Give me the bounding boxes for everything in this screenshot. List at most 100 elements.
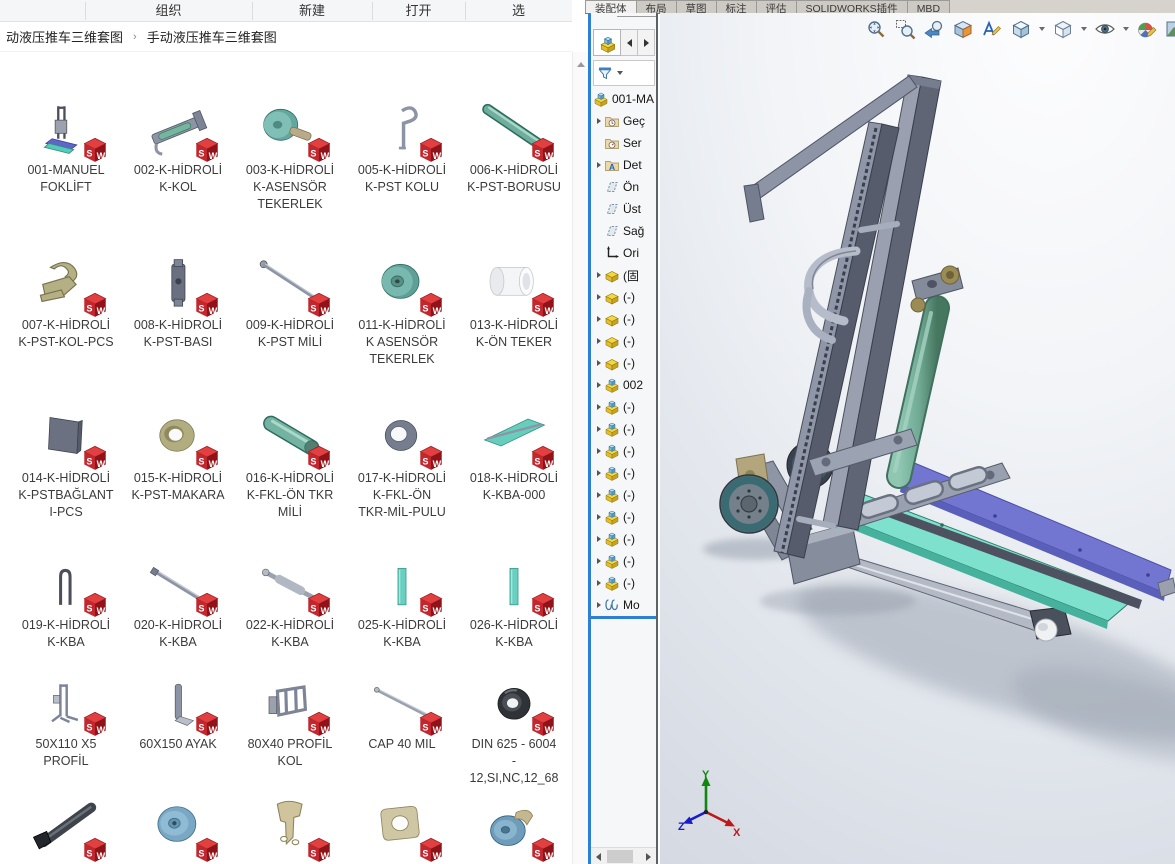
tree-node[interactable]: (-) <box>591 396 658 418</box>
file-item[interactable]: SW005-K-HİDROLİK-PST KOLU <box>346 90 458 213</box>
file-item[interactable]: SW026-K-HİDROLİK-KBA <box>458 553 570 651</box>
tree-node[interactable]: Üst <box>591 198 658 220</box>
ribbon-tab[interactable]: 评估 <box>756 0 797 13</box>
tree-node[interactable]: 001-MA <box>591 88 658 110</box>
scroll-left-icon[interactable] <box>596 853 601 861</box>
tree-node[interactable]: (-) <box>591 352 658 374</box>
file-item[interactable]: SW50X110 X5PROFİL <box>10 670 122 787</box>
file-item[interactable]: SW60X150 AYAK <box>122 670 234 787</box>
scroll-right-icon[interactable] <box>646 853 651 861</box>
expand-arrow-icon[interactable] <box>594 360 604 366</box>
file-item[interactable]: SW007-K-HİDROLİK-PST-KOL-PCS <box>10 245 122 368</box>
tree-tab-scroll-left-button[interactable] <box>621 29 638 56</box>
expand-arrow-icon[interactable] <box>594 492 604 498</box>
expand-arrow-icon[interactable] <box>594 382 604 388</box>
expand-arrow-icon[interactable] <box>594 470 604 476</box>
tree-node[interactable]: (-) <box>591 462 658 484</box>
file-item[interactable]: SW016-K-HİDROLİK-FKL-ÖN TKRMİLİ <box>234 400 346 521</box>
graphics-area[interactable]: Y X Z <box>660 13 1175 864</box>
file-item[interactable]: SWDIN 625 - 6004-12,SI,NC,12_68 <box>458 670 570 787</box>
ribbon-tab[interactable]: 草图 <box>676 0 717 13</box>
file-item[interactable]: SW022-K-HİDROLİK-KBA <box>234 553 346 651</box>
ribbon-tab[interactable]: 布局 <box>636 0 677 13</box>
expand-arrow-icon[interactable] <box>594 294 604 300</box>
file-item[interactable]: SW020-K-HİDROLİK-KBA <box>122 553 234 651</box>
filter-funnel-icon <box>597 65 613 81</box>
file-item[interactable]: SW <box>122 788 234 862</box>
explorer-toolbar-button[interactable]: 打开 <box>372 0 465 22</box>
expand-arrow-icon[interactable] <box>594 426 604 432</box>
expand-arrow-icon[interactable] <box>594 162 604 168</box>
explorer-toolbar-button[interactable]: 组织 <box>85 0 252 22</box>
model-3d-stacker[interactable] <box>660 13 1175 864</box>
file-item[interactable]: SW015-K-HİDROLİK-PST-MAKARA <box>122 400 234 521</box>
assembly-icon <box>604 575 620 591</box>
expand-arrow-icon[interactable] <box>594 316 604 322</box>
file-item[interactable]: SW80X40 PROFİLKOL <box>234 670 346 787</box>
tree-node[interactable]: ADet <box>591 154 658 176</box>
tree-node[interactable]: 002 <box>591 374 658 396</box>
tree-node[interactable]: Mo <box>591 594 658 616</box>
expand-arrow-icon[interactable] <box>594 448 604 454</box>
tree-node[interactable]: (-) <box>591 286 658 308</box>
ribbon-tab[interactable]: SOLIDWORKS插件 <box>796 0 908 13</box>
file-item[interactable]: SW <box>458 788 570 862</box>
tree-node[interactable]: Ön <box>591 176 658 198</box>
ribbon-tab[interactable]: MBD <box>907 0 950 13</box>
breadcrumb-item[interactable]: 动液压推车三维套图 <box>2 25 127 48</box>
tree-node[interactable]: (-) <box>591 572 658 594</box>
file-item[interactable]: SW <box>10 788 122 862</box>
expand-arrow-icon[interactable] <box>594 272 604 278</box>
expand-arrow-icon[interactable] <box>594 514 604 520</box>
tree-node[interactable]: (-) <box>591 440 658 462</box>
file-item[interactable]: SW <box>346 788 458 862</box>
breadcrumb-item[interactable]: 手动液压推车三维套图 <box>143 25 281 48</box>
rollback-bar[interactable] <box>591 616 658 619</box>
tree-node[interactable]: Sağ <box>591 220 658 242</box>
file-item[interactable]: SW009-K-HİDROLİK-PST MİLİ <box>234 245 346 368</box>
file-item[interactable]: SW025-K-HİDROLİK-KBA <box>346 553 458 651</box>
tree-node[interactable]: (-) <box>591 308 658 330</box>
file-item[interactable]: SW014-K-HİDROLİK-PSTBAĞLANTI-PCS <box>10 400 122 521</box>
tree-node[interactable]: Ori <box>591 242 658 264</box>
expand-arrow-icon[interactable] <box>594 404 604 410</box>
ribbon-tab[interactable]: 标注 <box>716 0 757 13</box>
tree-hscrollbar[interactable] <box>591 847 656 864</box>
file-item[interactable]: SW <box>234 788 346 862</box>
featuremanager-tab[interactable] <box>593 29 621 56</box>
tree-tab-scroll-right-button[interactable] <box>638 29 655 56</box>
scroll-up-icon[interactable] <box>577 62 585 67</box>
file-item[interactable]: SWCAP 40 MIL <box>346 670 458 787</box>
expand-arrow-icon[interactable] <box>594 536 604 542</box>
file-item[interactable]: SW011-K-HİDROLİK ASENSÖRTEKERLEK <box>346 245 458 368</box>
tree-node[interactable]: (-) <box>591 330 658 352</box>
expand-arrow-icon[interactable] <box>594 558 604 564</box>
tree-node[interactable]: (-) <box>591 418 658 440</box>
expand-arrow-icon[interactable] <box>594 602 604 608</box>
tree-node[interactable]: Ser <box>591 132 658 154</box>
file-item[interactable]: SW013-K-HİDROLİK-ÖN TEKER <box>458 245 570 368</box>
expand-arrow-icon[interactable] <box>594 118 604 124</box>
file-item[interactable]: SW018-K-HİDROLİK-KBA-000 <box>458 400 570 521</box>
file-item[interactable]: SW003-K-HİDROLİK-ASENSÖRTEKERLEK <box>234 90 346 213</box>
file-item[interactable]: SW019-K-HİDROLİK-KBA <box>10 553 122 651</box>
scrollbar-thumb[interactable] <box>607 850 633 863</box>
file-item[interactable]: SW017-K-HİDROLİK-FKL-ÖNTKR-MİL-PULU <box>346 400 458 521</box>
explorer-toolbar-button[interactable]: 选 <box>465 0 572 22</box>
explorer-scrollbar[interactable] <box>572 52 588 864</box>
tree-node[interactable]: (-) <box>591 550 658 572</box>
expand-arrow-icon[interactable] <box>594 338 604 344</box>
tree-node[interactable]: (-) <box>591 484 658 506</box>
file-item[interactable]: SW008-K-HİDROLİK-PST-BASI <box>122 245 234 368</box>
tree-node[interactable]: (-) <box>591 506 658 528</box>
file-item[interactable]: SW001-MANUELFOKLİFT <box>10 90 122 213</box>
tree-node[interactable]: (固 <box>591 264 658 286</box>
explorer-toolbar-button[interactable]: 新建 <box>252 0 372 22</box>
ribbon-tab[interactable]: 装配体 <box>585 0 637 13</box>
expand-arrow-icon[interactable] <box>594 580 604 586</box>
tree-node[interactable]: (-) <box>591 528 658 550</box>
tree-filter-button[interactable] <box>593 60 655 86</box>
file-item[interactable]: SW006-K-HİDROLİK-PST-BORUSU <box>458 90 570 213</box>
tree-node[interactable]: Geç <box>591 110 658 132</box>
file-item[interactable]: SW002-K-HİDROLİK-KOL <box>122 90 234 213</box>
